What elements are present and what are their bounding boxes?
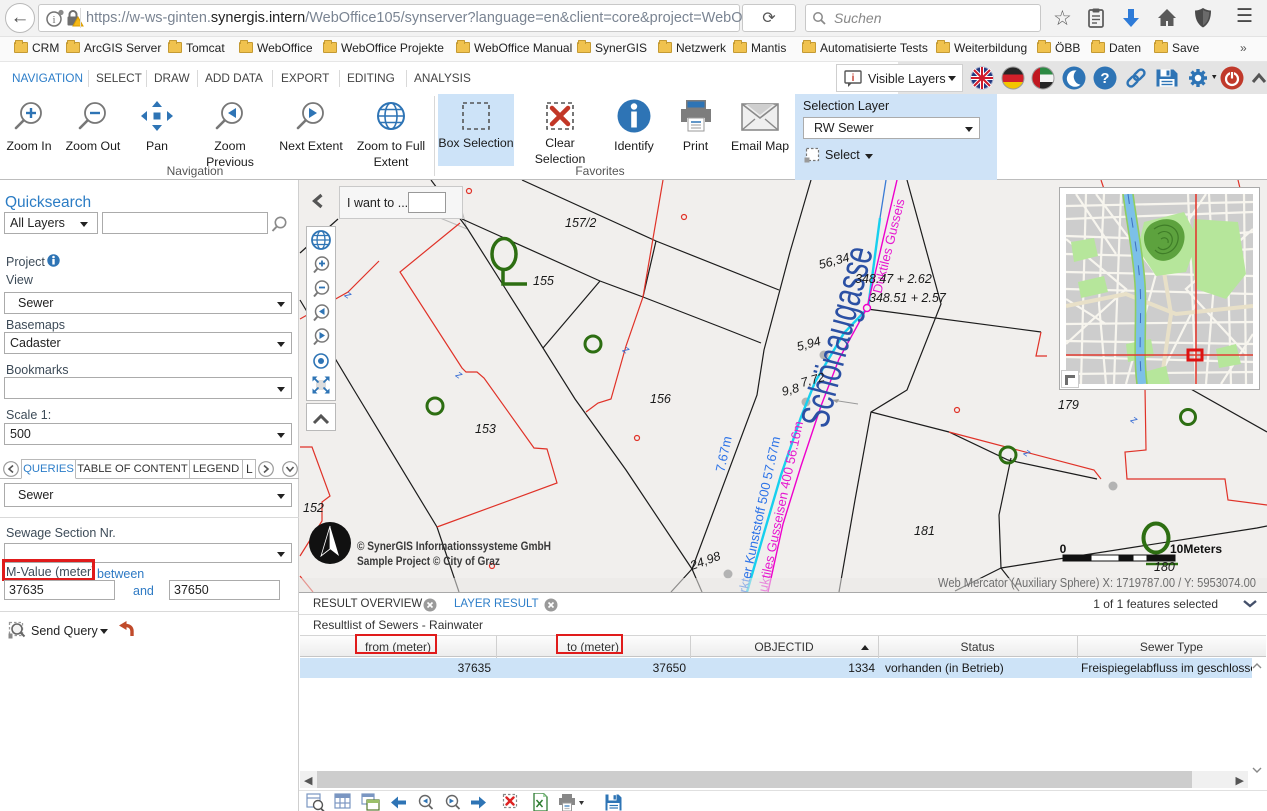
svg-text:179: 179 — [1058, 398, 1079, 412]
svg-text:Web Mercator (Auxiliary Sphere: Web Mercator (Auxiliary Sphere) X: 17197… — [938, 576, 1256, 590]
svg-text:i: i — [852, 73, 855, 84]
svg-text:9,8: 9,8 — [780, 381, 800, 399]
svg-text:0: 0 — [1060, 542, 1067, 556]
svg-text:7.67m: 7.67m — [713, 435, 735, 473]
svg-text:Sample Project © City of Graz: Sample Project © City of Graz — [357, 554, 500, 568]
svg-text:348.47 + 2.62: 348.47 + 2.62 — [855, 272, 932, 286]
svg-text:© SynerGIS Informationssysteme: © SynerGIS Informationssysteme GmbH — [357, 539, 551, 553]
svg-text:z: z — [1127, 413, 1140, 427]
svg-text:180: 180 — [1154, 560, 1175, 574]
svg-text:155: 155 — [533, 274, 554, 288]
svg-text:?: ? — [1100, 70, 1109, 87]
svg-text:157/2: 157/2 — [565, 216, 596, 230]
svg-text:156: 156 — [650, 392, 671, 406]
svg-text:348.51 + 2.57: 348.51 + 2.57 — [869, 291, 947, 305]
svg-text:153: 153 — [475, 422, 496, 436]
svg-text:i: i — [52, 14, 55, 26]
svg-text:152: 152 — [303, 501, 324, 515]
svg-text:181: 181 — [914, 524, 935, 538]
svg-text:z: z — [619, 343, 632, 357]
svg-text:10Meters: 10Meters — [1170, 542, 1222, 556]
svg-text:z: z — [452, 368, 465, 382]
svg-text:24,98: 24,98 — [687, 549, 722, 573]
